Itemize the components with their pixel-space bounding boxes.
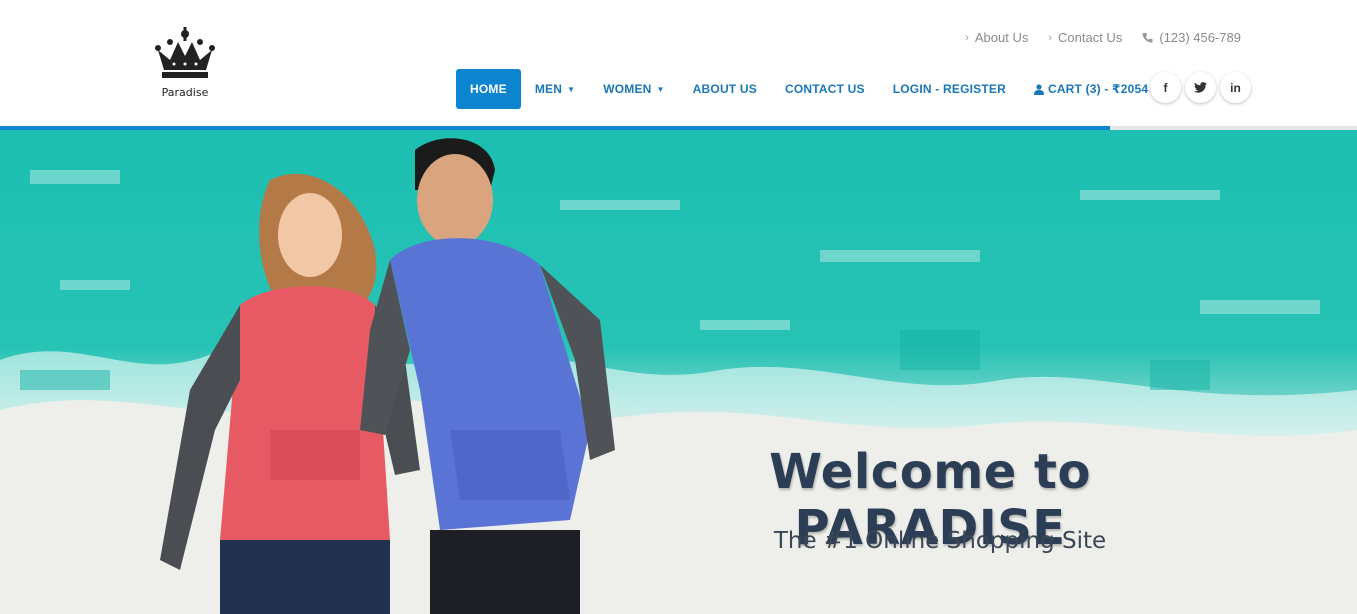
nav-home[interactable]: HOME: [456, 69, 521, 109]
main-nav: HOME MEN ▼ WOMEN ▼ ABOUT US CONTACT US L…: [456, 69, 1175, 109]
social-links: f in: [1150, 72, 1251, 103]
top-link-about[interactable]: › About Us: [965, 30, 1028, 45]
chevron-right-icon: ›: [1048, 31, 1053, 44]
nav-about[interactable]: ABOUT US: [679, 69, 771, 109]
caret-down-icon: ▼: [656, 84, 665, 94]
hero-banner: Welcome to PARADISE The #1 Online Shoppi…: [0, 130, 1357, 614]
twitter-icon[interactable]: [1185, 72, 1216, 103]
site-header: Paradise › About Us › Contact Us (123) 4…: [0, 0, 1357, 130]
crown-icon: [155, 27, 215, 78]
nav-women-label: WOMEN: [603, 82, 652, 96]
nav-contact[interactable]: CONTACT US: [771, 69, 879, 109]
nav-men-label: MEN: [534, 82, 563, 96]
top-link-phone[interactable]: (123) 456-789: [1142, 30, 1241, 45]
brand-logo[interactable]: Paradise: [150, 24, 222, 104]
brand-name: Paradise: [161, 86, 209, 99]
user-icon: [1033, 83, 1044, 95]
models-illustration: [160, 138, 615, 614]
nav-about-label: ABOUT US: [692, 82, 757, 96]
top-link-label: About Us: [974, 30, 1029, 45]
nav-men[interactable]: MEN ▼: [521, 69, 589, 109]
phone-icon: [1142, 32, 1153, 43]
top-links: › About Us › Contact Us (123) 456-789: [965, 30, 1241, 45]
nav-login-register[interactable]: LOGIN - REGISTER: [879, 69, 1020, 109]
twitter-bird-icon: [1194, 82, 1207, 93]
caret-down-icon: ▼: [567, 84, 576, 94]
top-link-label: Contact Us: [1058, 30, 1123, 45]
man-figure: [360, 138, 615, 614]
chevron-right-icon: ›: [965, 31, 969, 44]
nav-login-label: LOGIN - REGISTER: [892, 82, 1006, 96]
top-link-contact[interactable]: › Contact Us: [1048, 30, 1122, 45]
nav-contact-label: CONTACT US: [784, 82, 865, 96]
nav-home-label: HOME: [470, 82, 507, 96]
linkedin-icon[interactable]: in: [1220, 72, 1251, 103]
nav-cart-label: CART (3) - ₹2054: [1047, 82, 1149, 96]
facebook-icon[interactable]: f: [1150, 72, 1181, 103]
nav-women[interactable]: WOMEN ▼: [589, 69, 678, 109]
phone-number: (123) 456-789: [1159, 30, 1241, 45]
hero-subtitle: The #1 Online Shopping Site: [773, 528, 1107, 554]
